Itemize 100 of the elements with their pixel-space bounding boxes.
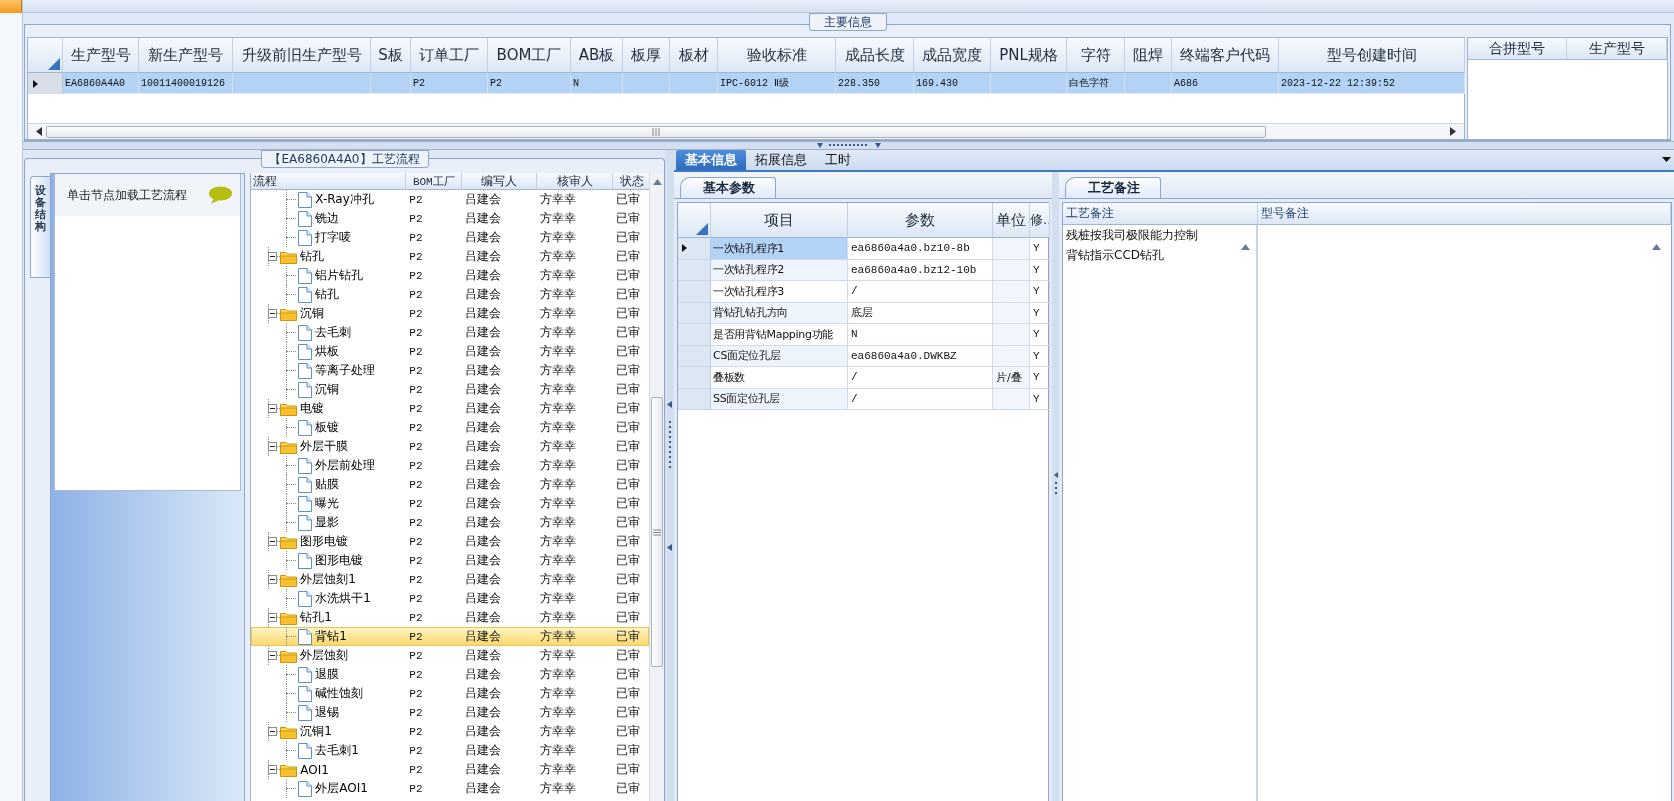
tree-row[interactable]: 烘板 P2 吕建会 方幸幸 已审 xyxy=(251,342,650,361)
table-row[interactable]: 一次钻孔程序1 ea6860a4a0.bz10-8b Y xyxy=(678,238,1048,260)
column-header[interactable]: 合拼型号 xyxy=(1468,38,1567,60)
tree-row[interactable]: 钻孔 P2 吕建会 方幸幸 已审 xyxy=(251,285,650,304)
tree-row[interactable]: 外层干膜 P2 吕建会 方幸幸 已审 xyxy=(251,437,650,456)
scroll-up-icon[interactable] xyxy=(1652,244,1661,250)
table-row[interactable]: SS面定位孔层 / Y xyxy=(678,388,1048,410)
tree-row[interactable]: 钻孔 P2 吕建会 方幸幸 已审 xyxy=(251,247,650,266)
column-header[interactable]: BOM工厂 xyxy=(488,38,571,73)
scroll-left-icon[interactable] xyxy=(36,127,42,136)
collapse-toggle-icon[interactable] xyxy=(268,442,278,451)
collapse-toggle-icon[interactable] xyxy=(268,727,278,736)
tree-row[interactable]: 去毛刺 P2 吕建会 方幸幸 已审 xyxy=(251,323,650,342)
column-header[interactable]: S板 xyxy=(371,38,411,73)
column-header[interactable]: 验收标准 xyxy=(718,38,836,73)
column-header[interactable]: 生产型号 xyxy=(1567,38,1667,60)
column-header[interactable]: 订单工厂 xyxy=(411,38,488,73)
collapse-toggle-icon[interactable] xyxy=(268,613,278,622)
tab[interactable]: 基本信息 xyxy=(676,150,746,170)
table-row[interactable]: 一次钻孔程序2 ea6860a4a0.bz12-10b Y xyxy=(678,259,1048,281)
tree-row[interactable]: 铝片钻孔 P2 吕建会 方幸幸 已审 xyxy=(251,266,650,285)
tree-row[interactable]: 外层蚀刻 P2 吕建会 方幸幸 已审 xyxy=(251,646,650,665)
table-row[interactable]: EA6860A4A0 10011400019126 P2 P2 N IPC-6012 Ⅱ级 228.350 169.430 白色字符 A686 2023-12-22 12:39:52 xyxy=(28,73,1464,94)
column-header[interactable]: 板厚 xyxy=(623,38,670,73)
scrollbar-thumb[interactable] xyxy=(46,125,1266,138)
tree-row[interactable]: 图形电镀 P2 吕建会 方幸幸 已审 xyxy=(251,532,650,551)
tree-row[interactable]: 等离子处理 P2 吕建会 方幸幸 已审 xyxy=(251,361,650,380)
table-row[interactable]: 背钻孔钻孔方向 底层 Y xyxy=(678,302,1048,324)
column-header[interactable]: 单位 xyxy=(993,203,1030,238)
column-header[interactable]: 板材 xyxy=(670,38,718,73)
collapse-toggle-icon[interactable] xyxy=(268,252,278,261)
vertical-tab[interactable]: 设备结构 xyxy=(30,176,50,278)
splitter-grip[interactable] xyxy=(666,400,673,551)
tree-row[interactable]: 曝光 P2 吕建会 方幸幸 已审 xyxy=(251,494,650,513)
column-header[interactable]: 型号备注 xyxy=(1258,203,1671,225)
column-header[interactable]: AB板 xyxy=(571,38,623,73)
table-row[interactable]: CS面定位孔层 ea6860a4a0.DWKBZ Y xyxy=(678,345,1048,367)
scrollbar-thumb[interactable] xyxy=(651,397,664,667)
column-header[interactable]: PNL规格 xyxy=(991,38,1067,73)
column-header[interactable]: 流程 xyxy=(251,173,407,190)
column-header[interactable]: 字符 xyxy=(1067,38,1125,73)
collapse-toggle-icon[interactable] xyxy=(268,309,278,318)
column-header[interactable]: 成品长度 xyxy=(836,38,914,73)
column-header[interactable]: 成品宽度 xyxy=(914,38,991,73)
table-cell: 叠板数 xyxy=(713,369,746,385)
table-cell: 方幸幸 xyxy=(540,571,577,588)
column-header[interactable]: 工艺备注 xyxy=(1063,203,1258,225)
panel-tab[interactable]: 基本参数 xyxy=(680,177,776,198)
tree-row[interactable]: 沉铜1 P2 吕建会 方幸幸 已审 xyxy=(251,722,650,741)
tab[interactable]: 工时 xyxy=(816,150,860,170)
column-header[interactable]: 修.. xyxy=(1030,203,1050,238)
tree-row[interactable]: 碱性蚀刻 P2 吕建会 方幸幸 已审 xyxy=(251,684,650,703)
tree-row[interactable]: AOI1 P2 吕建会 方幸幸 已审 xyxy=(251,760,650,779)
tree-row[interactable]: 显影 P2 吕建会 方幸幸 已审 xyxy=(251,513,650,532)
tree-row[interactable]: 退膜 P2 吕建会 方幸幸 已审 xyxy=(251,665,650,684)
tree-row[interactable]: X-Ray冲孔 P2 吕建会 方幸幸 已审 xyxy=(251,190,650,209)
collapse-toggle-icon[interactable] xyxy=(268,537,278,546)
tree-row[interactable]: 铣边 P2 吕建会 方幸幸 已审 xyxy=(251,209,650,228)
tree-row[interactable]: 水洗烘干1 P2 吕建会 方幸幸 已审 xyxy=(251,589,650,608)
tree-row[interactable]: 外层前处理 P2 吕建会 方幸幸 已审 xyxy=(251,456,650,475)
splitter-grip[interactable] xyxy=(817,142,881,149)
collapse-toggle-icon[interactable] xyxy=(268,404,278,413)
panel-tab[interactable]: 工艺备注 xyxy=(1065,177,1161,198)
dropdown-arrow-icon[interactable] xyxy=(1662,157,1671,162)
scroll-right-icon[interactable] xyxy=(1450,127,1456,136)
collapse-toggle-icon[interactable] xyxy=(268,765,278,774)
table-row[interactable]: 是否用背钻Mapping功能 N Y xyxy=(678,324,1048,346)
column-header[interactable]: 项目 xyxy=(711,203,848,238)
tree-row[interactable]: 打字唛 P2 吕建会 方幸幸 已审 xyxy=(251,228,650,247)
tree-row[interactable]: 外层蚀刻1 P2 吕建会 方幸幸 已审 xyxy=(251,570,650,589)
tree-row[interactable]: 背钻1 P2 吕建会 方幸幸 已审 xyxy=(251,627,650,646)
collapse-toggle-icon[interactable] xyxy=(268,651,278,660)
table-cell: 方幸幸 xyxy=(540,609,577,626)
tree-row[interactable]: 退锡 P2 吕建会 方幸幸 已审 xyxy=(251,703,650,722)
scroll-up-icon[interactable] xyxy=(1241,244,1250,250)
column-header[interactable]: 参数 xyxy=(848,203,993,238)
column-header[interactable]: 阻焊 xyxy=(1125,38,1172,73)
column-header[interactable]: 升级前旧生产型号 xyxy=(233,38,371,73)
table-row[interactable]: 叠板数 / 片/叠 Y xyxy=(678,367,1048,389)
tab[interactable]: 拓展信息 xyxy=(746,150,816,170)
column-header[interactable]: 编写人 xyxy=(462,173,538,190)
tree-row[interactable]: 去毛刺1 P2 吕建会 方幸幸 已审 xyxy=(251,741,650,760)
column-header[interactable]: 核审人 xyxy=(537,173,614,190)
column-header[interactable]: 型号创建时间 xyxy=(1279,38,1465,73)
tree-row[interactable]: 贴膜 P2 吕建会 方幸幸 已审 xyxy=(251,475,650,494)
column-header[interactable]: 终端客户代码 xyxy=(1172,38,1279,73)
column-header[interactable]: 生产型号 xyxy=(63,38,139,73)
tree-row[interactable]: 电镀 P2 吕建会 方幸幸 已审 xyxy=(251,399,650,418)
tree-row[interactable]: 图形电镀 P2 吕建会 方幸幸 已审 xyxy=(251,551,650,570)
column-header[interactable]: 新生产型号 xyxy=(139,38,233,73)
tree-row[interactable]: 沉铜 P2 吕建会 方幸幸 已审 xyxy=(251,380,650,399)
tree-row[interactable]: 沉铜 P2 吕建会 方幸幸 已审 xyxy=(251,304,650,323)
scroll-up-icon[interactable] xyxy=(652,179,662,185)
collapse-toggle-icon[interactable] xyxy=(268,575,278,584)
tree-row[interactable]: 外层AOI1 P2 吕建会 方幸幸 已审 xyxy=(251,779,650,798)
document-icon xyxy=(298,191,313,208)
table-row[interactable]: 一次钻孔程序3 / Y xyxy=(678,281,1048,303)
column-header[interactable]: BOM工厂 xyxy=(406,173,463,190)
column-header[interactable]: 状态 xyxy=(613,173,650,190)
tree-row[interactable]: 板镀 P2 吕建会 方幸幸 已审 xyxy=(251,418,650,437)
